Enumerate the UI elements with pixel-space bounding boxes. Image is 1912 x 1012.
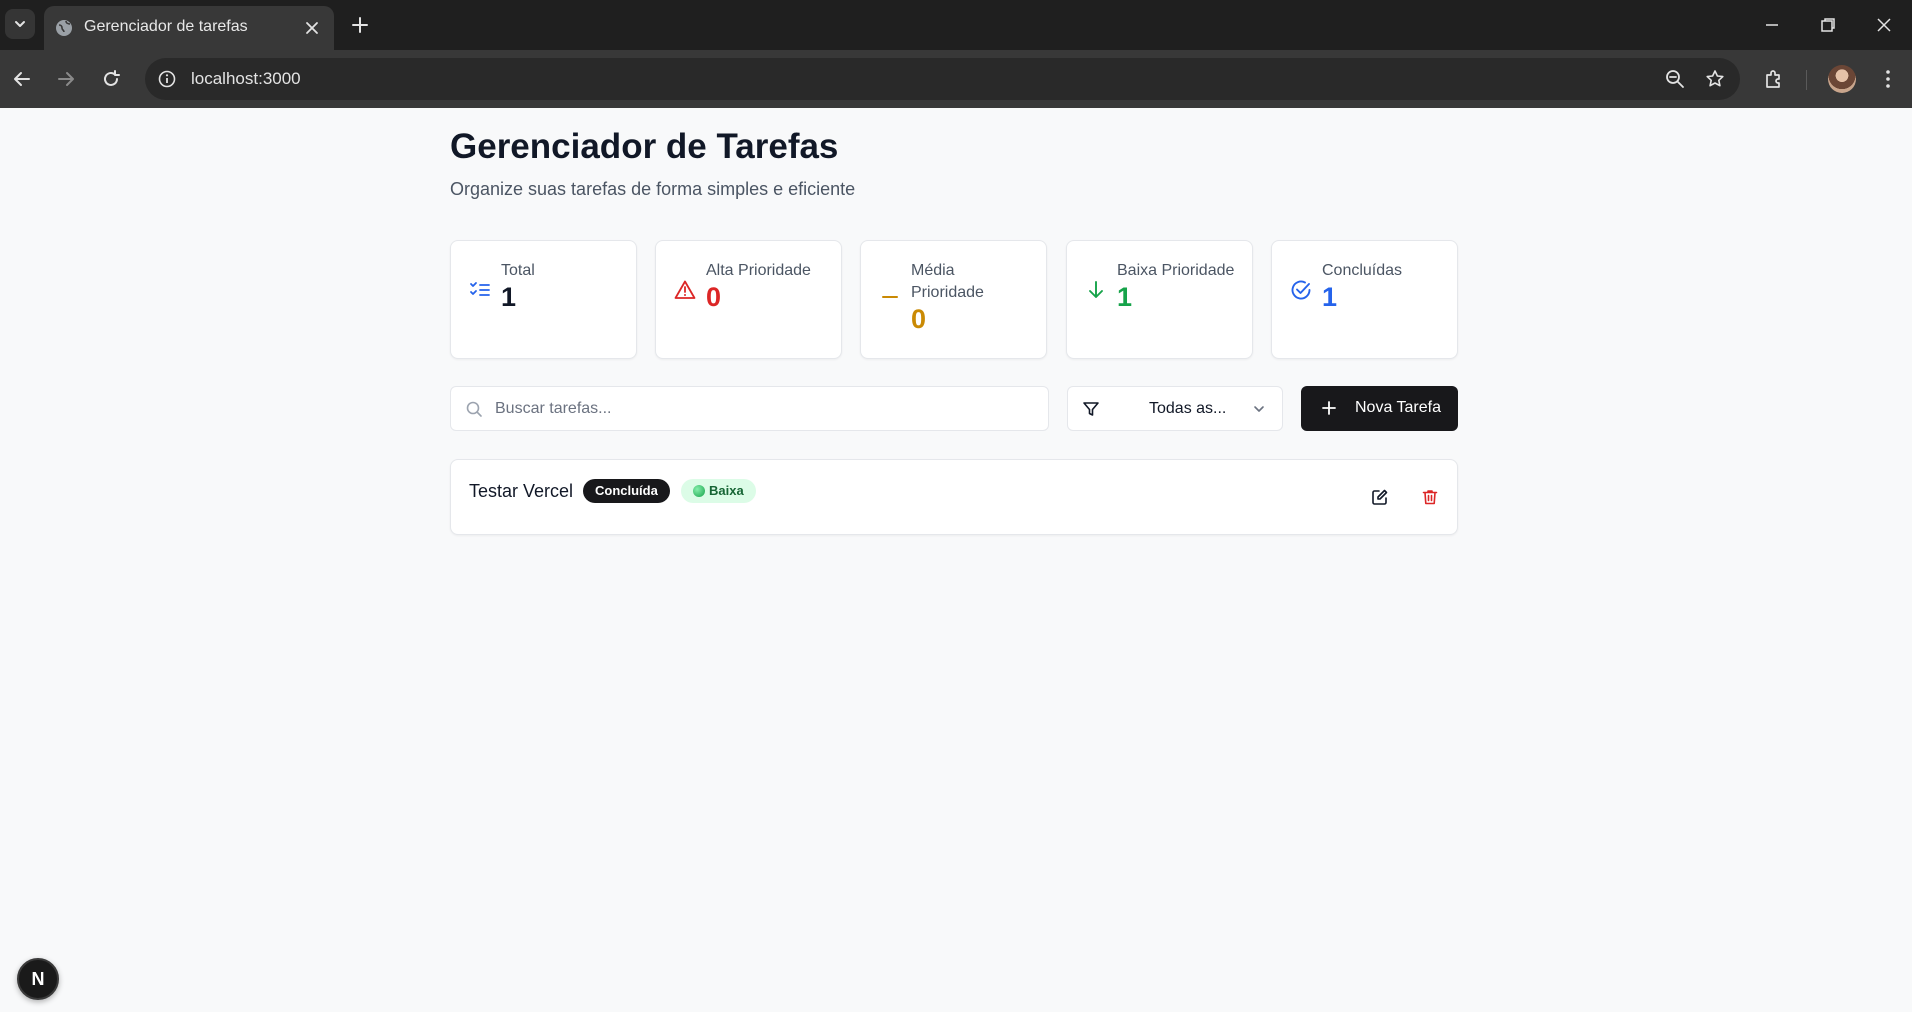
priority-badge: Baixa (681, 479, 756, 503)
profile-avatar[interactable] (1828, 65, 1856, 93)
stat-card-completed: Concluídas 1 (1271, 240, 1458, 359)
browser-toolbar: localhost:3000 (0, 50, 1912, 108)
delete-task-button[interactable] (1417, 484, 1443, 510)
new-tab-icon[interactable] (348, 13, 372, 37)
more-vert-icon[interactable] (1876, 67, 1900, 91)
restore-icon[interactable] (1816, 13, 1840, 37)
edit-icon (1372, 489, 1388, 505)
chevron-down-icon (15, 21, 25, 27)
stat-label: Baixa Prioridade (1117, 262, 1235, 279)
search-input[interactable] (495, 387, 1035, 430)
task-title: Testar Vercel (469, 481, 574, 501)
plus-icon (1322, 401, 1336, 415)
tab-title: Gerenciador de tarefas (84, 18, 248, 35)
address-bar[interactable]: localhost:3000 (145, 58, 1740, 100)
new-task-label: Nova Tarefa (1355, 399, 1441, 416)
check-circle-icon (1291, 280, 1311, 300)
search-icon (466, 401, 482, 417)
reload-icon[interactable] (99, 67, 123, 91)
stat-value: 1 (501, 282, 517, 312)
new-task-button[interactable]: Nova Tarefa (1301, 386, 1458, 431)
globe-icon (56, 20, 72, 36)
priority-badge-label: Baixa (709, 483, 744, 498)
info-icon[interactable] (157, 69, 177, 89)
zoom-out-icon[interactable] (1664, 68, 1686, 90)
forward-arrow-icon[interactable] (54, 67, 78, 91)
alert-triangle-icon (674, 280, 696, 299)
tab-search-button[interactable] (5, 9, 35, 39)
stat-value: 0 (911, 304, 927, 334)
close-icon[interactable] (302, 18, 322, 38)
list-checks-icon (470, 282, 490, 296)
priority-filter-select[interactable]: Todas as... (1067, 386, 1283, 431)
stat-value: 1 (1322, 282, 1338, 312)
page-subtitle: Organize suas tarefas de forma simples e… (450, 179, 856, 199)
chevron-down-icon (1254, 406, 1264, 412)
stat-label: Média Prioridade (911, 262, 984, 301)
stat-card-total: Total 1 (450, 240, 637, 359)
stat-value: 0 (706, 282, 722, 312)
stat-label: Alta Prioridade (706, 262, 811, 279)
window-close-icon[interactable] (1872, 13, 1896, 37)
bookmark-star-icon[interactable] (1704, 68, 1726, 90)
browser-tab[interactable]: Gerenciador de tarefas (44, 6, 334, 50)
status-badge: Concluída (583, 479, 670, 503)
search-box (450, 386, 1049, 431)
page-title: Gerenciador de Tarefas (450, 127, 839, 166)
arrow-down-icon (1089, 281, 1103, 298)
minimize-icon[interactable] (1760, 13, 1784, 37)
extensions-icon[interactable] (1762, 67, 1786, 91)
browser-tab-bar: Gerenciador de tarefas (0, 0, 1912, 50)
toolbar-divider (1806, 70, 1807, 90)
edit-task-button[interactable] (1367, 484, 1393, 510)
filter-selected-value: Todas as... (1149, 400, 1227, 417)
back-arrow-icon[interactable] (10, 67, 34, 91)
stat-card-medium-priority: Média Prioridade 0 (860, 240, 1047, 359)
filter-icon (1083, 402, 1099, 416)
page: Gerenciador de Tarefas Organize suas tar… (0, 108, 1912, 1012)
url-text: localhost:3000 (191, 69, 301, 88)
priority-dot-icon (693, 485, 705, 497)
task-item: Testar Vercel Concluída Baixa (450, 459, 1458, 535)
stat-card-high-priority: Alta Prioridade 0 (655, 240, 842, 359)
stat-label: Total (501, 262, 535, 279)
nextjs-dev-indicator-button[interactable]: N (17, 958, 59, 1000)
trash-icon (1422, 490, 1438, 505)
stat-card-low-priority: Baixa Prioridade 1 (1066, 240, 1253, 359)
stat-value: 1 (1117, 282, 1133, 312)
minus-icon (882, 296, 898, 298)
stat-label: Concluídas (1322, 262, 1403, 279)
